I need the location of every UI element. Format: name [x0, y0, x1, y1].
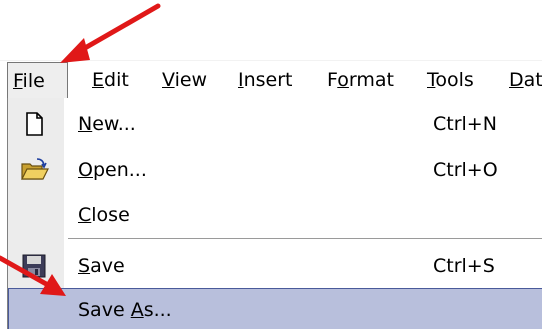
menu-item-new-mnemonic: N [78, 113, 93, 135]
menu-item-close-mnemonic: C [78, 204, 92, 226]
menu-item-open-mnemonic: O [78, 159, 93, 181]
menu-format[interactable]: Format [327, 62, 394, 98]
menu-insert[interactable]: Insert [238, 62, 293, 98]
menu-item-open-shortcut: Ctrl+O [433, 159, 498, 181]
menu-item-close-text: lose [91, 204, 130, 226]
menu-format-mnemonic: o [337, 69, 349, 91]
menu-item-open-label: Open... [78, 148, 147, 192]
menu-separator [68, 238, 542, 239]
menu-item-save-text: ave [90, 255, 125, 277]
menu-insert-label: nsert [243, 69, 293, 91]
menu-data[interactable]: Dat [509, 62, 542, 98]
file-menu-dropdown: New... Ctrl+N Open... Ctrl+O Close Save … [7, 98, 542, 329]
menu-item-save-as-mnemonic: A [130, 299, 144, 321]
menu-view-mnemonic: V [162, 69, 175, 91]
menu-item-close[interactable]: Close [8, 193, 542, 237]
menu-item-save-label: Save [78, 244, 125, 288]
menu-item-save-as-prefix: Save [78, 299, 131, 321]
menu-format-prefix: F [327, 69, 338, 91]
menu-format-label: rmat [348, 69, 394, 91]
menu-edit-mnemonic: E [92, 69, 105, 91]
menu-file-mnemonic: F [13, 70, 23, 92]
menu-item-save-as-label: Save As... [78, 289, 172, 331]
menu-file[interactable]: File [7, 62, 68, 98]
floppy-disk-icon [20, 252, 48, 280]
menu-file-label: ile [22, 70, 45, 92]
menu-item-new-text: ew... [92, 113, 136, 135]
menu-tools[interactable]: Tools [427, 62, 474, 98]
menu-view-label: iew [174, 69, 208, 91]
menu-item-open-text: pen... [92, 159, 147, 181]
menu-edit[interactable]: Edit [92, 62, 129, 98]
menu-edit-label: dit [104, 69, 129, 91]
menu-tools-label: ools [435, 69, 474, 91]
menu-item-save[interactable]: Save Ctrl+S [8, 244, 542, 288]
new-document-icon [20, 110, 48, 138]
menu-item-save-shortcut: Ctrl+S [433, 255, 495, 277]
menu-item-open[interactable]: Open... Ctrl+O [8, 148, 542, 192]
menu-data-mnemonic: D [509, 69, 524, 91]
menu-item-save-as-text: s... [143, 299, 172, 321]
menu-bar: File Edit View Insert Format Tools Dat [0, 60, 542, 99]
menu-item-save-as[interactable]: Save As... [8, 288, 542, 329]
menu-item-new-shortcut: Ctrl+N [433, 113, 497, 135]
menu-item-new-label: New... [78, 102, 136, 146]
menu-item-new[interactable]: New... Ctrl+N [8, 102, 542, 146]
menu-item-close-label: Close [78, 193, 130, 237]
arrow-to-file-menu-icon [60, 3, 161, 63]
menu-view[interactable]: View [162, 62, 207, 98]
menu-item-save-mnemonic: S [78, 255, 91, 277]
menu-data-label: at [523, 69, 542, 91]
open-folder-icon [20, 156, 49, 184]
